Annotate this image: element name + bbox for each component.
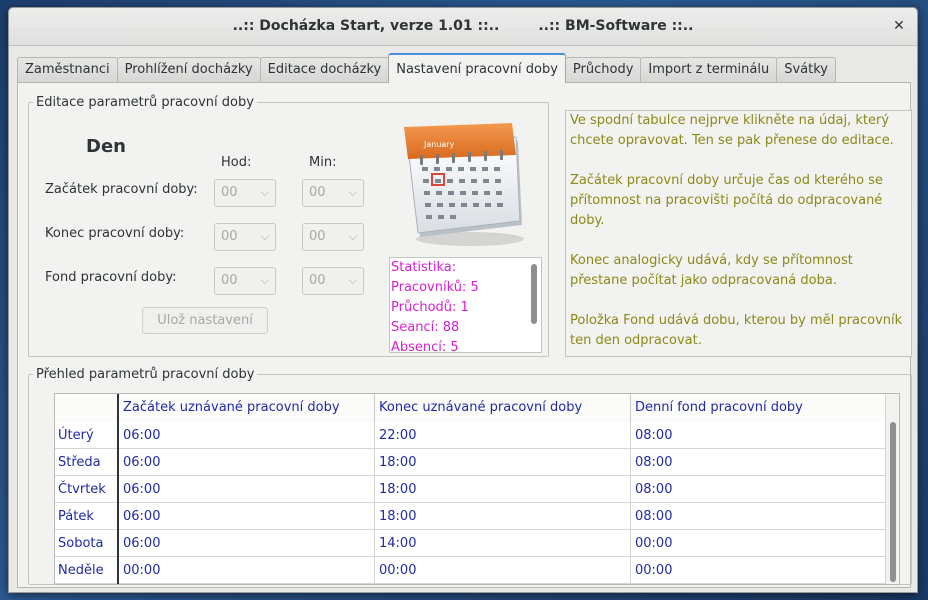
column-header-day [55, 394, 119, 422]
chevron-down-icon: ⌵ [348, 274, 357, 287]
stats-sessions: Seancí: 88 [391, 320, 460, 335]
start-hour-value: 00 [221, 185, 238, 200]
table-row[interactable]: Neděle 00:00 00:00 00:00 [55, 557, 899, 584]
cell-end[interactable]: 18:00 [375, 476, 631, 503]
fund-hour-value: 00 [221, 273, 238, 288]
tab-content: Editace parametrů pracovní doby Den Hod:… [17, 82, 912, 588]
tab-editace-dochazky[interactable]: Editace docházky [259, 57, 390, 82]
tab-svatky[interactable]: Svátky [776, 57, 836, 82]
tab-zamestnanci[interactable]: Zaměstnanci [17, 57, 118, 82]
column-header-start[interactable]: Začátek uznávané pracovní doby [119, 394, 375, 422]
row-day: Úterý [55, 422, 119, 449]
work-hours-table[interactable]: Začátek uznávané pracovní doby Konec uzn… [54, 393, 900, 585]
cell-start[interactable]: 06:00 [119, 503, 375, 530]
chevron-down-icon: ⌵ [260, 274, 269, 287]
cell-fund[interactable]: 00:00 [631, 530, 887, 557]
table-header: Začátek uznávané pracovní doby Konec uzn… [55, 394, 899, 422]
help-text-box: Ve spodní tabulce nejprve klikněte na úd… [565, 110, 912, 357]
chevron-down-icon: ⌵ [260, 186, 269, 199]
calendar-month-text: January [423, 140, 455, 149]
table-scrollbar-thumb[interactable] [890, 422, 896, 582]
tab-import-z-terminalu[interactable]: Import z terminálu [640, 57, 778, 82]
help-paragraph-4: Položka Fond udává dobu, kterou by měl p… [570, 313, 903, 348]
stats-employees: Pracovníků: 5 [391, 280, 479, 295]
fund-minute-select[interactable]: 00 ⌵ [302, 267, 364, 295]
tab-prohlizeni-dochazky[interactable]: Prohlížení docházky [116, 57, 261, 82]
cell-start[interactable]: 06:00 [119, 476, 375, 503]
cell-end[interactable]: 18:00 [375, 503, 631, 530]
chevron-down-icon: ⌵ [348, 186, 357, 199]
row-day: Sobota [55, 530, 119, 557]
overview-group-legend: Přehled parametrů pracovní doby [36, 367, 255, 382]
cell-end[interactable]: 00:00 [375, 557, 631, 584]
tab-bar: Zaměstnanci Prohlížení docházky Editace … [17, 53, 836, 83]
fund-hour-select[interactable]: 00 ⌵ [214, 267, 276, 295]
stats-scrollbar[interactable] [531, 264, 537, 324]
table-row[interactable]: Sobota 06:00 14:00 00:00 [55, 530, 899, 557]
fund-label: Fond pracovní doby: [45, 270, 177, 285]
table-row[interactable]: Pátek 06:00 18:00 08:00 [55, 503, 899, 530]
cell-fund[interactable]: 00:00 [631, 557, 887, 584]
minute-column-label: Min: [309, 155, 337, 170]
start-minute-select[interactable]: 00 ⌵ [302, 179, 364, 207]
calendar-icon: January [404, 123, 524, 246]
hour-column-label: Hod: [221, 155, 252, 170]
stats-absences: Absencí: 5 [391, 340, 459, 353]
statistics-box[interactable]: Statistika: Pracovníků: 5 Průchodů: 1 Se… [389, 257, 542, 353]
cell-end[interactable]: 14:00 [375, 530, 631, 557]
row-day: Středa [55, 449, 119, 476]
cell-start[interactable]: 00:00 [119, 557, 375, 584]
chevron-down-icon: ⌵ [348, 230, 357, 243]
column-header-fund[interactable]: Denní fond pracovní doby [631, 394, 887, 422]
row-day: Čtvrtek [55, 476, 119, 503]
stats-title: Statistika: [391, 260, 457, 275]
cell-start[interactable]: 06:00 [119, 530, 375, 557]
chevron-down-icon: ⌵ [260, 230, 269, 243]
day-label: Den [86, 136, 126, 157]
cell-end[interactable]: 18:00 [375, 449, 631, 476]
start-minute-value: 00 [309, 185, 326, 200]
cell-end[interactable]: 22:00 [375, 422, 631, 449]
table-row[interactable]: Úterý 06:00 22:00 08:00 [55, 422, 899, 449]
window-title: ..:: Docházka Start, verze 1.01 ::.. ..:… [232, 18, 694, 34]
cell-start[interactable]: 06:00 [119, 449, 375, 476]
start-label: Začátek pracovní doby: [45, 182, 198, 197]
stats-passages: Průchodů: 1 [391, 300, 469, 315]
cell-fund[interactable]: 08:00 [631, 503, 887, 530]
table-row[interactable]: Středa 06:00 18:00 08:00 [55, 449, 899, 476]
title-bar[interactable]: ..:: Docházka Start, verze 1.01 ::.. ..:… [9, 8, 917, 46]
table-scrollbar[interactable] [885, 394, 899, 584]
end-minute-select[interactable]: 00 ⌵ [302, 223, 364, 251]
fund-minute-value: 00 [309, 273, 326, 288]
end-minute-value: 00 [309, 229, 326, 244]
help-paragraph-3: Konec analogicky udává, kdy se přítomnos… [570, 253, 853, 288]
column-header-end[interactable]: Konec uznávané pracovní doby [375, 394, 631, 422]
cell-fund[interactable]: 08:00 [631, 422, 887, 449]
cell-fund[interactable]: 08:00 [631, 449, 887, 476]
cell-start[interactable]: 06:00 [119, 422, 375, 449]
end-hour-select[interactable]: 00 ⌵ [214, 223, 276, 251]
edit-group-legend: Editace parametrů pracovní doby [36, 95, 254, 110]
row-day: Pátek [55, 503, 119, 530]
row-day: Neděle [55, 557, 119, 584]
start-hour-select[interactable]: 00 ⌵ [214, 179, 276, 207]
help-paragraph-2: Začátek pracovní doby určuje čas od kter… [570, 173, 883, 228]
end-label: Konec pracovní doby: [45, 226, 185, 241]
save-settings-button[interactable]: Ulož nastavení [142, 307, 268, 334]
main-window: ..:: Docházka Start, verze 1.01 ::.. ..:… [8, 7, 918, 593]
cell-fund[interactable]: 08:00 [631, 476, 887, 503]
help-paragraph-1: Ve spodní tabulce nejprve klikněte na úd… [570, 113, 894, 148]
end-hour-value: 00 [221, 229, 238, 244]
table-row[interactable]: Čtvrtek 06:00 18:00 08:00 [55, 476, 899, 503]
tab-pruchody[interactable]: Průchody [564, 57, 642, 82]
tab-nastaveni-pracovni-doby[interactable]: Nastavení pracovní doby [388, 53, 566, 83]
close-icon[interactable]: ✕ [889, 16, 909, 36]
